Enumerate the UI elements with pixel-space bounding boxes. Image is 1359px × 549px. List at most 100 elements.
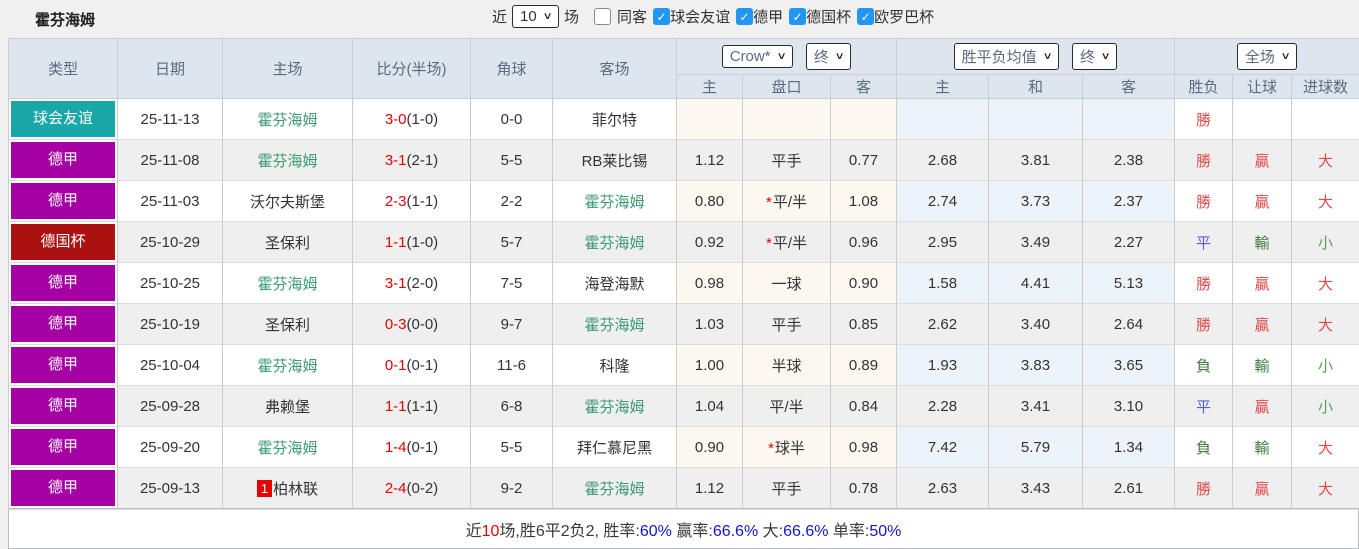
odds-state-select[interactable]: 终 ∨ — [1072, 43, 1117, 70]
away-team: 霍芬海姆 — [584, 481, 644, 498]
checkbox-checked-icon: ✓ — [857, 8, 874, 25]
result-goals: 小 — [1292, 222, 1359, 263]
away-cell: 科隆 — [553, 345, 677, 386]
home-team: 霍芬海姆 — [257, 112, 317, 129]
date-cell: 25-09-28 — [118, 386, 223, 427]
eu-home-odds: 1.93 — [897, 345, 989, 386]
date-cell: 25-11-03 — [118, 181, 223, 222]
table-row: 德国杯 25-10-29 圣保利 1-1(1-0) 5-7 霍芬海姆 0.92 … — [9, 222, 1359, 263]
competition-badge: 德甲 — [11, 183, 115, 219]
eu-home-odds: 2.68 — [897, 140, 989, 181]
league-filter-checkbox[interactable]: ✓ 欧罗巴杯 — [857, 6, 934, 27]
fulltime-score: 1-4 — [385, 439, 407, 456]
result-goals: 大 — [1292, 427, 1359, 468]
odds-avg-select[interactable]: 胜平负均值 ∨ — [954, 43, 1059, 70]
result-goals: 大 — [1292, 263, 1359, 304]
result-handicap: 贏 — [1233, 181, 1292, 222]
table-row: 球会友谊 25-11-13 霍芬海姆 3-0(1-0) 0-0 菲尔特 勝 — [9, 99, 1359, 140]
recent-count-select[interactable]: 10 ∨ — [512, 5, 559, 28]
ah-line-cell: *球半 — [743, 427, 831, 468]
competition-badge: 球会友谊 — [11, 101, 115, 137]
ah-line-cell — [743, 99, 831, 140]
eu-draw-odds: 3.83 — [989, 345, 1083, 386]
match-rows: 球会友谊 25-11-13 霍芬海姆 3-0(1-0) 0-0 菲尔特 勝 德甲… — [9, 99, 1359, 509]
ah-line-cell: 平手 — [743, 468, 831, 509]
home-cell: 霍芬海姆 — [223, 345, 353, 386]
subheader-ah-away: 客 — [831, 75, 897, 99]
ah-home-odds: 1.04 — [677, 386, 743, 427]
halftime-score: (1-1) — [407, 193, 439, 210]
matches-label: 场 — [564, 6, 579, 27]
ah-line-text: 平/半 — [773, 194, 807, 211]
filter-controls: 近 10 ∨ 场 同客 ✓ 球会友谊 ✓ 德甲 ✓ 德国杯 ✓ 欧罗巴杯 — [487, 5, 934, 28]
home-cell: 沃尔夫斯堡 — [223, 181, 353, 222]
eu-draw-odds: 3.49 — [989, 222, 1083, 263]
league-filter-label: 德国杯 — [806, 6, 851, 27]
result-outcome: 勝 — [1175, 99, 1233, 140]
result-group-header: 全场 ∨ — [1175, 39, 1359, 75]
checkbox-checked-icon: ✓ — [653, 8, 670, 25]
result-handicap: 贏 — [1233, 468, 1292, 509]
eu-away-odds: 2.37 — [1083, 181, 1175, 222]
scope-select[interactable]: 全场 ∨ — [1237, 43, 1297, 70]
same-venue-checkbox[interactable]: 同客 — [594, 6, 647, 27]
result-outcome: 勝 — [1175, 468, 1233, 509]
subheader-ah-home: 主 — [677, 75, 743, 99]
subheader-ah-line: 盘口 — [743, 75, 831, 99]
ah-home-odds: 1.12 — [677, 140, 743, 181]
date-cell: 25-11-13 — [118, 99, 223, 140]
competition-badge: 德甲 — [11, 306, 115, 342]
ah-line-text: 一球 — [771, 276, 801, 293]
competition-badge: 德甲 — [11, 347, 115, 383]
away-cell: 霍芬海姆 — [553, 468, 677, 509]
score-cell: 3-0(1-0) — [353, 99, 471, 140]
ah-home-odds: 1.00 — [677, 345, 743, 386]
ah-away-odds: 0.96 — [831, 222, 897, 263]
odds-state-value: 终 — [1080, 46, 1095, 67]
away-cell: RB莱比锡 — [553, 140, 677, 181]
league-filter-checkbox[interactable]: ✓ 球会友谊 — [653, 6, 730, 27]
subheader-handicap-result: 让球 — [1233, 75, 1292, 99]
chevron-down-icon: ∨ — [834, 51, 844, 62]
ah-line-text: 平/半 — [769, 399, 803, 416]
home-cell: 圣保利 — [223, 222, 353, 263]
ah-away-odds: 0.98 — [831, 427, 897, 468]
same-venue-label: 同客 — [617, 6, 647, 27]
league-filter-checkbox[interactable]: ✓ 德甲 — [736, 6, 783, 27]
home-team: 弗赖堡 — [265, 399, 310, 416]
eu-home-odds: 7.42 — [897, 427, 989, 468]
fulltime-score: 3-0 — [385, 111, 407, 128]
away-team: 海登海默 — [584, 276, 644, 293]
score-cell: 3-1(2-0) — [353, 263, 471, 304]
away-team: 霍芬海姆 — [584, 317, 644, 334]
bookmaker-select[interactable]: Crow* ∨ — [722, 45, 793, 68]
fulltime-score: 1-1 — [385, 234, 407, 251]
ah-away-odds: 0.85 — [831, 304, 897, 345]
table-row: 德甲 25-09-20 霍芬海姆 1-4(0-1) 5-5 拜仁慕尼黑 0.90… — [9, 427, 1359, 468]
date-cell: 25-09-13 — [118, 468, 223, 509]
competition-badge: 德国杯 — [11, 224, 115, 260]
corner-cell: 9-2 — [471, 468, 553, 509]
competition-cell: 德甲 — [9, 427, 118, 468]
chevron-down-icon: ∨ — [1280, 51, 1290, 62]
corner-cell: 2-2 — [471, 181, 553, 222]
stats-footer: 近10场,胜6平2负2, 胜率:60% 赢率:66.6% 大:66.6% 单率:… — [8, 509, 1359, 549]
date-cell: 25-10-04 — [118, 345, 223, 386]
fulltime-score: 0-3 — [385, 316, 407, 333]
league-filter-checkbox[interactable]: ✓ 德国杯 — [789, 6, 851, 27]
eu-home-odds: 2.28 — [897, 386, 989, 427]
chevron-down-icon: ∨ — [1042, 51, 1052, 62]
halftime-score: (0-1) — [407, 439, 439, 456]
bookmaker-state-select[interactable]: 终 ∨ — [806, 43, 851, 70]
eu-away-odds: 2.61 — [1083, 468, 1175, 509]
ah-line-cell: 平手 — [743, 304, 831, 345]
result-handicap — [1233, 99, 1292, 140]
ah-line-cell: *平/半 — [743, 222, 831, 263]
corner-cell: 9-7 — [471, 304, 553, 345]
eu-away-odds: 5.13 — [1083, 263, 1175, 304]
header-corner: 角球 — [471, 39, 553, 99]
corner-cell: 5-5 — [471, 427, 553, 468]
ah-away-odds: 1.08 — [831, 181, 897, 222]
competition-badge: 德甲 — [11, 429, 115, 465]
competition-cell: 球会友谊 — [9, 99, 118, 140]
